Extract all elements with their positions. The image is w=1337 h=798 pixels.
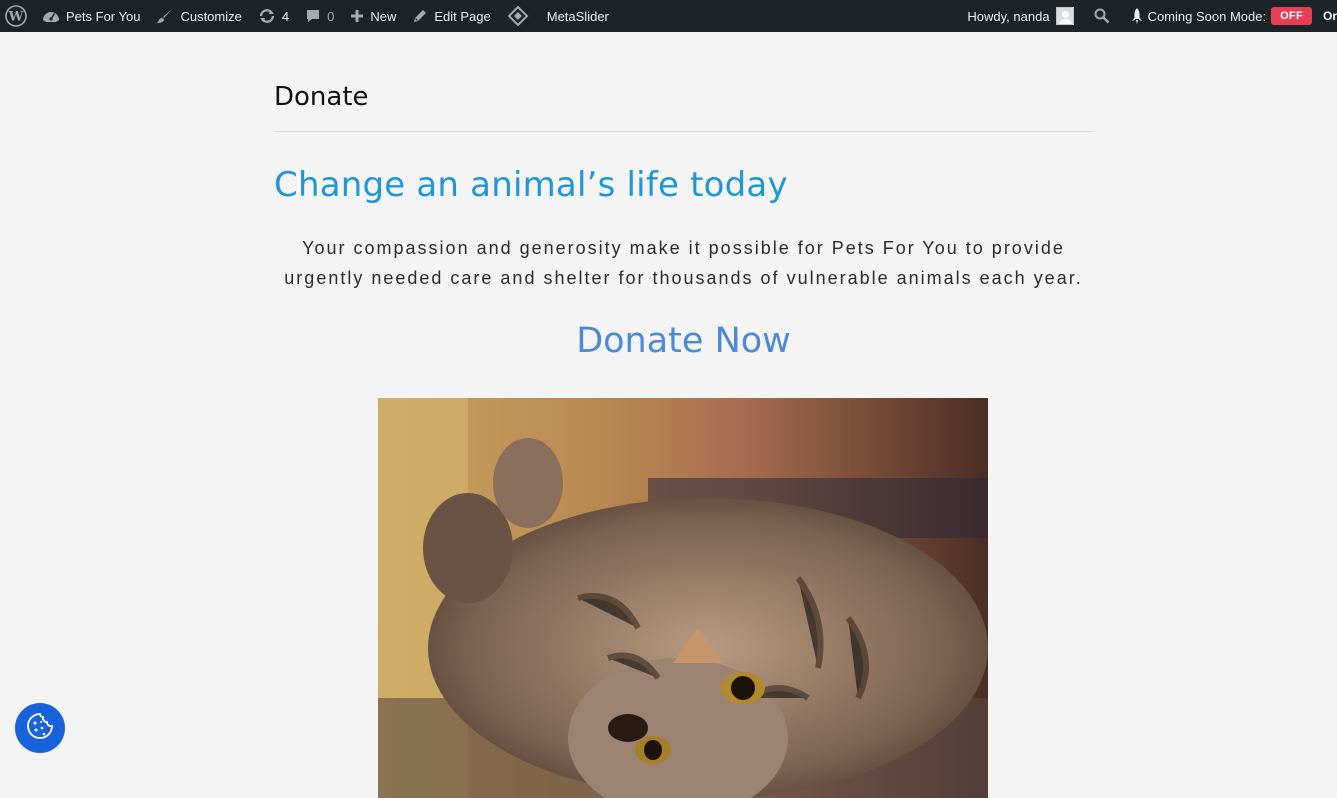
updates-count: 4 (281, 8, 290, 24)
comment-icon (305, 8, 321, 24)
coming-soon-menu[interactable]: Coming Soon Mode: OFF Or (1122, 0, 1337, 32)
account-menu[interactable]: Howdy, nanda (959, 0, 1081, 32)
metaslider-menu[interactable]: MetaSlider (499, 0, 617, 32)
updates-link[interactable]: 4 (250, 0, 297, 32)
comments-count: 0 (327, 8, 335, 24)
page-title: Donate (274, 32, 1093, 132)
edit-page-label: Edit Page (434, 8, 491, 24)
rocket-icon (1130, 7, 1144, 25)
wordpress-icon: W (5, 5, 27, 27)
search-icon (1094, 8, 1110, 24)
cookie-settings-button[interactable] (15, 703, 65, 753)
avatar (1055, 7, 1074, 25)
search-button[interactable] (1082, 0, 1122, 32)
comments-link[interactable]: 0 (297, 0, 342, 32)
admin-bar: W Pets For You Customize 4 0 New Edit Pa… (0, 0, 1337, 32)
new-content-menu[interactable]: New (342, 0, 404, 32)
site-name-menu[interactable]: Pets For You (34, 0, 148, 32)
truncated-menu-label: Or (1322, 9, 1337, 23)
cat-photo (378, 398, 988, 798)
cookie-icon (25, 711, 55, 746)
pencil-icon (412, 8, 428, 24)
customize-label: Customize (180, 8, 242, 24)
dashboard-icon (42, 8, 60, 24)
donate-now-link[interactable]: Donate Now (274, 321, 1093, 361)
headline: Change an animal’s life today (274, 165, 788, 205)
howdy-label: Howdy, nanda (967, 8, 1050, 24)
metaslider-label: MetaSlider (546, 8, 609, 24)
metaslider-icon (507, 6, 529, 26)
page-content: Donate Change an animal’s life today You… (274, 32, 1093, 798)
edit-page-link[interactable]: Edit Page (404, 0, 498, 32)
wp-logo-menu[interactable]: W (0, 0, 34, 32)
brush-icon (156, 7, 174, 25)
customize-link[interactable]: Customize (148, 0, 249, 32)
site-name-label: Pets For You (66, 8, 141, 24)
coming-soon-status-badge[interactable]: OFF (1271, 7, 1312, 25)
admin-bar-secondary: Howdy, nanda Coming Soon Mode: OFF Or (959, 0, 1337, 32)
coming-soon-label: Coming Soon Mode: (1147, 8, 1267, 24)
intro-text: Your compassion and generosity make it p… (284, 238, 1083, 288)
new-label: New (370, 8, 397, 24)
svg-text:W: W (8, 10, 24, 25)
update-icon (258, 8, 276, 24)
plus-icon (350, 9, 364, 23)
